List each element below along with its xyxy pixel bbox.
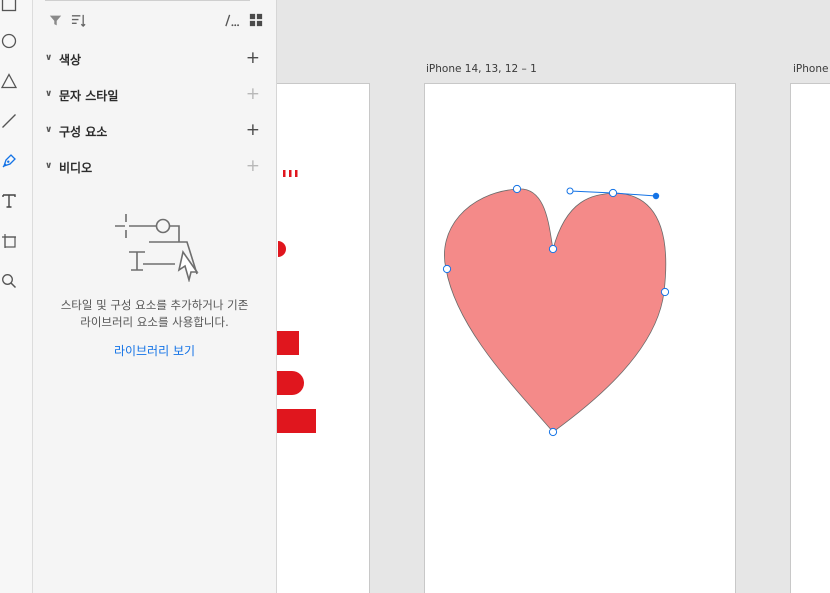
line-tool-icon[interactable]	[0, 112, 18, 130]
assets-panel: ∨ 색상 + ∨ 문자 스타일 + ∨ 구성 요소 + ∨ 비디오 + 스타일 …	[33, 0, 277, 593]
zoom-tool-icon[interactable]	[0, 272, 18, 290]
assets-empty-message-line1: 스타일 및 구성 요소를 추가하거나 기존	[60, 298, 249, 312]
bezier-handle-point[interactable]	[652, 192, 660, 200]
section-components[interactable]: ∨ 구성 요소 +	[45, 121, 264, 141]
add-color-button[interactable]: +	[246, 49, 260, 67]
polygon-tool-icon[interactable]	[0, 72, 18, 90]
grid-view-icon[interactable]	[248, 12, 264, 28]
anchor-point[interactable]	[660, 287, 670, 297]
add-component-button[interactable]: +	[246, 121, 260, 139]
assets-empty-message-line2: 라이브러리 요소를 사용합니다.	[80, 315, 229, 329]
bezier-handle-point[interactable]	[566, 187, 574, 195]
section-video[interactable]: ∨ 비디오 +	[45, 157, 264, 177]
section-character-styles[interactable]: ∨ 문자 스타일 +	[45, 85, 264, 105]
tool-rail	[0, 0, 33, 593]
assets-empty-message: 스타일 및 구성 요소를 추가하거나 기존 라이브러리 요소를 사용합니다.	[43, 297, 266, 331]
anchor-point[interactable]	[548, 427, 558, 437]
pen-tool-icon[interactable]	[0, 152, 18, 170]
text-tool-icon[interactable]	[0, 192, 18, 210]
ellipse-tool-icon[interactable]	[0, 32, 18, 50]
anchor-point[interactable]	[608, 188, 618, 198]
chevron-down-icon: ∨	[45, 53, 53, 63]
section-components-label: 구성 요소	[59, 124, 108, 139]
list-view-icon[interactable]	[223, 12, 239, 28]
bezier-handle-line	[569, 190, 614, 194]
heart-path-layer	[442, 184, 670, 437]
heart-shape[interactable]	[444, 188, 667, 433]
section-video-label: 비디오	[59, 160, 93, 175]
anchor-point[interactable]	[512, 184, 522, 194]
add-character-style-button[interactable]: +	[246, 85, 260, 103]
artboard-tool-icon[interactable]	[0, 232, 18, 250]
rectangle-tool-icon[interactable]	[0, 0, 18, 13]
view-libraries-link[interactable]: 라이브러리 보기	[33, 342, 276, 359]
assets-empty-illustration	[115, 214, 199, 282]
chevron-down-icon: ∨	[45, 161, 53, 171]
section-colors[interactable]: ∨ 색상 +	[45, 49, 264, 69]
section-colors-label: 색상	[59, 52, 82, 67]
chevron-down-icon: ∨	[45, 125, 53, 135]
design-canvas[interactable]: iPhone 14, 13, 12 – 1 iPhone	[277, 0, 830, 593]
sort-icon[interactable]	[70, 12, 86, 28]
anchor-point[interactable]	[548, 244, 558, 254]
anchor-point[interactable]	[442, 264, 452, 274]
panel-divider	[45, 0, 250, 1]
chevron-down-icon: ∨	[45, 89, 53, 99]
add-video-button[interactable]: +	[246, 157, 260, 175]
section-character-styles-label: 문자 스타일	[59, 88, 119, 103]
filter-icon[interactable]	[47, 12, 63, 28]
